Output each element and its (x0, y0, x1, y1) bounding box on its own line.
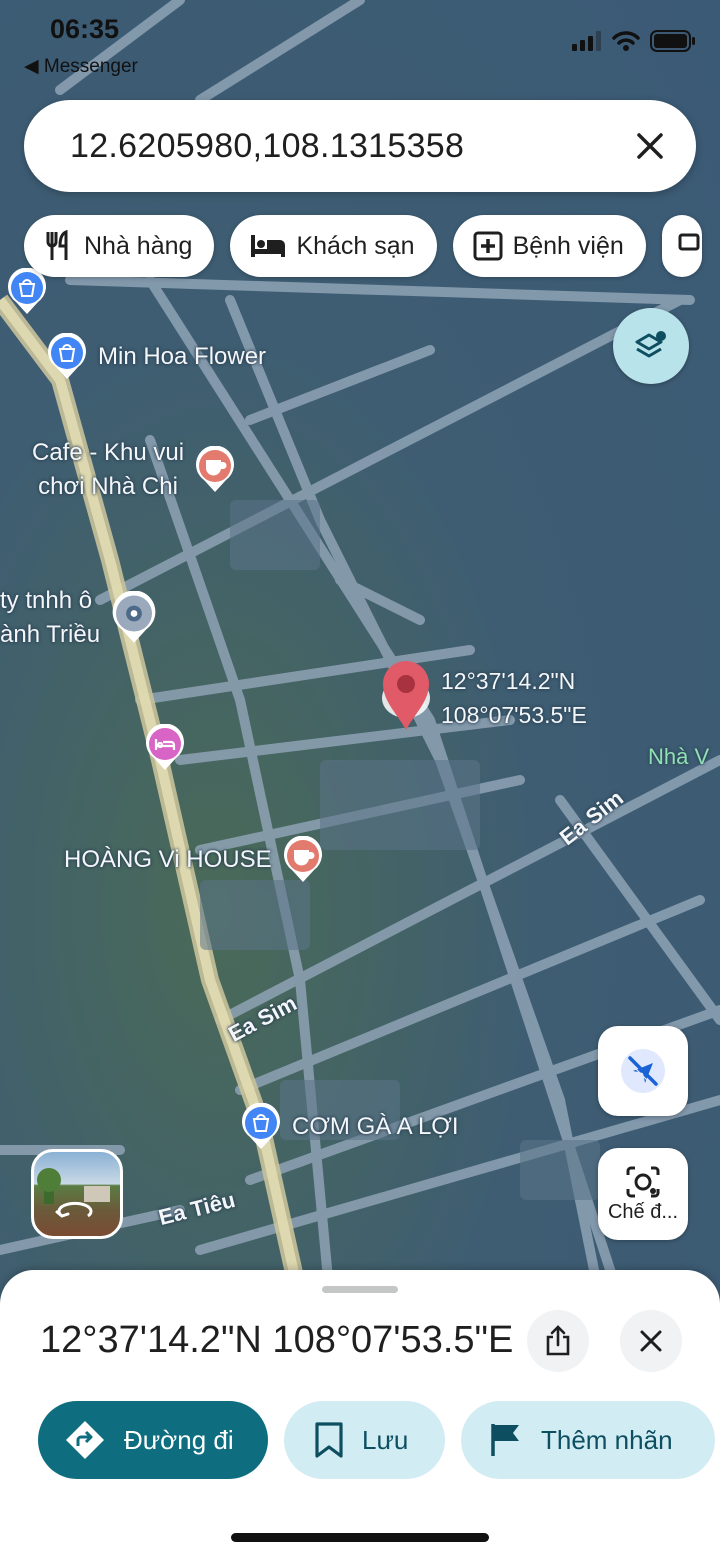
hospital-icon (473, 231, 503, 261)
place-title: 12°37'14.2"N 108°07'53.5"E (40, 1319, 514, 1361)
status-time: 06:35 (50, 14, 120, 44)
bookmark-icon (315, 1422, 343, 1458)
directions-button[interactable]: Đường đi (38, 1401, 268, 1479)
directions-icon (66, 1421, 104, 1459)
shopping-bag-icon (242, 1103, 280, 1149)
bed-icon (251, 235, 286, 257)
share-button[interactable] (527, 1310, 589, 1372)
pin-coordinates-label: 12°37'14.2"N 108°07'53.5"E (441, 668, 587, 728)
poi-cong-ty[interactable]: ty tnhh ô ành Triều (0, 584, 158, 652)
lens-mode-label: Chế đ... (607, 1200, 679, 1223)
fork-knife-icon (46, 230, 68, 260)
poi-com-ga-a-loi[interactable]: CƠM GÀ A LỢI (240, 1103, 459, 1151)
poi-min-hoa-flower[interactable]: Min Hoa Flower (46, 333, 266, 381)
close-icon (640, 1330, 662, 1352)
place-bottom-sheet[interactable]: 12°37'14.2"N 108°07'53.5"E Đường đi Lưu (0, 1270, 720, 1559)
share-icon (546, 1325, 570, 1356)
lens-mode-button[interactable]: Chế đ... (598, 1148, 688, 1240)
poi-label: Cafe - Khu vui chơi Nhà Chi (32, 439, 185, 500)
chip-label: Khách sạn (296, 231, 415, 260)
battery-icon (650, 30, 695, 52)
add-label-button[interactable]: Thêm nhãn (461, 1401, 715, 1479)
cellular-signal-icon (572, 31, 601, 51)
place-icon (112, 591, 156, 643)
home-indicator[interactable] (231, 1533, 489, 1542)
category-chips: Nhà hàng Khách sạn Bệnh viện (24, 215, 702, 277)
street-view-thumbnail[interactable] (31, 1149, 123, 1239)
save-label: Lưu (362, 1424, 409, 1455)
camera-lens-icon (626, 1166, 660, 1197)
chip-restaurants[interactable]: Nhà hàng (24, 215, 215, 277)
wifi-icon (612, 31, 640, 51)
location-off-icon (621, 1049, 665, 1093)
poi-label: ty tnhh ô ành Triều (0, 587, 101, 648)
add-label-label: Thêm nhãn (541, 1424, 673, 1455)
chip-label: Nhà hàng (84, 231, 193, 260)
my-location-button[interactable] (598, 1026, 688, 1116)
poi-label: CƠM GÀ A LỢI (292, 1113, 459, 1140)
poi-cafe-nha-chi[interactable]: Cafe - Khu vui chơi Nhà Chi (32, 436, 236, 504)
bed-icon (146, 724, 184, 770)
clear-search-button[interactable] (628, 124, 672, 168)
poi-label: Min Hoa Flower (98, 343, 267, 370)
back-to-app-link[interactable]: ◀ Messenger (24, 55, 138, 78)
place-label-nha-v: Nhà V (648, 744, 710, 769)
map-layers-button[interactable] (613, 308, 689, 384)
more-category-icon (678, 233, 700, 251)
poi-label: HOÀNG Vi HOUSE (64, 846, 272, 873)
flag-icon (491, 1424, 519, 1456)
poi-hotel[interactable] (144, 724, 186, 772)
shopping-bag-icon (48, 333, 86, 379)
poi-hoang-vi-house[interactable]: HOÀNG Vi HOUSE (64, 836, 324, 884)
chip-hospitals[interactable]: Bệnh viện (452, 215, 646, 277)
dropped-pin-marker[interactable] (379, 658, 433, 732)
save-button[interactable]: Lưu (284, 1401, 445, 1479)
chip-label: Bệnh viện (512, 231, 624, 260)
close-icon (637, 133, 663, 159)
street-view-rotate-icon (37, 1168, 110, 1218)
action-buttons: Đường đi Lưu Thêm nhãn (38, 1401, 715, 1479)
chip-more[interactable] (661, 215, 702, 277)
layers-icon (635, 331, 666, 358)
sheet-drag-handle[interactable] (322, 1286, 398, 1293)
chip-hotels[interactable]: Khách sạn (230, 215, 437, 277)
status-icons (572, 30, 696, 52)
coffee-icon (196, 446, 235, 492)
coffee-icon (283, 836, 322, 882)
search-bar[interactable]: 12.6205980,108.1315358 (24, 100, 696, 192)
directions-label: Đường đi (124, 1424, 234, 1455)
search-input[interactable]: 12.6205980,108.1315358 (70, 127, 628, 166)
close-sheet-button[interactable] (620, 1310, 682, 1372)
